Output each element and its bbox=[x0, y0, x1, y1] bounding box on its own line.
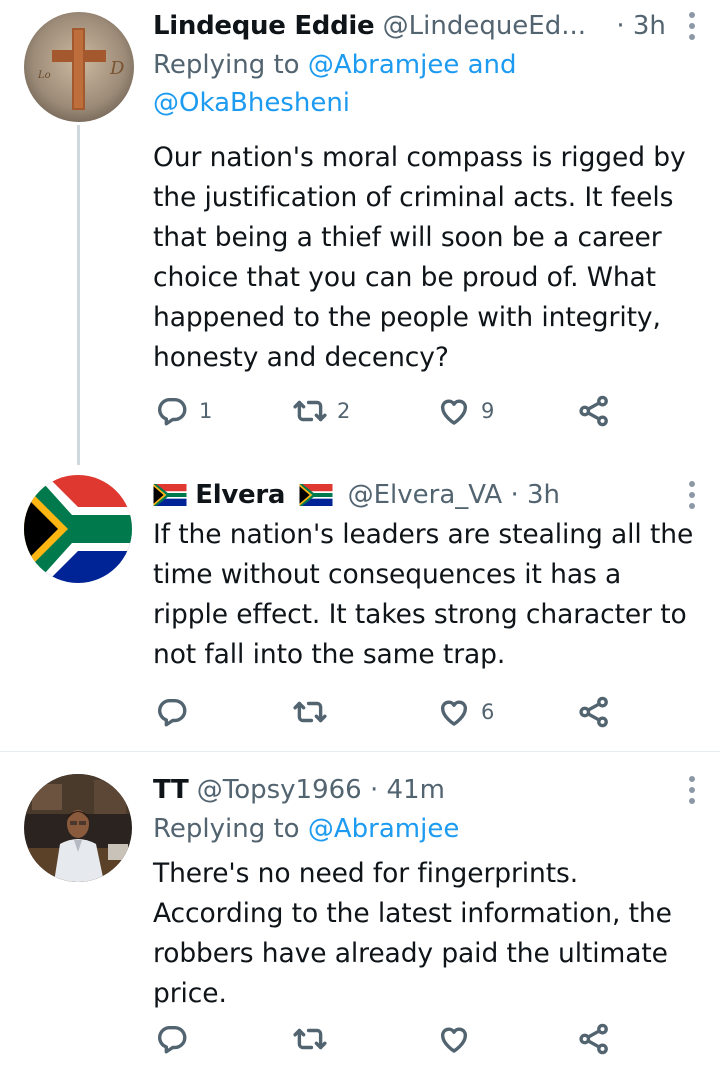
reply-icon bbox=[155, 394, 189, 428]
svg-text:Lo: Lo bbox=[37, 70, 51, 81]
tweet-text: If the nation's leaders are stealing all… bbox=[153, 519, 694, 670]
tweet-elvera[interactable]: Elvera @Elvera_VA · 3h If the nation's l… bbox=[0, 465, 720, 751]
share-icon bbox=[577, 695, 611, 729]
more-icon[interactable] bbox=[684, 774, 700, 806]
retweet-button[interactable]: 2 bbox=[293, 391, 350, 431]
thread-line bbox=[77, 125, 80, 465]
reply-button[interactable] bbox=[155, 692, 189, 732]
tweet-header: TT @Topsy1966 · 41m bbox=[153, 770, 700, 810]
timestamp[interactable]: 3h bbox=[527, 480, 560, 510]
like-button[interactable]: 6 bbox=[437, 692, 494, 732]
svg-text:D: D bbox=[109, 58, 125, 79]
avatar[interactable] bbox=[24, 774, 132, 882]
reply-button[interactable] bbox=[155, 1019, 189, 1059]
tweet-actions bbox=[153, 1019, 633, 1059]
tweet-header: Lindeque Eddie @LindequeEd... · 3h bbox=[153, 6, 700, 46]
separator-dot: · bbox=[616, 11, 625, 41]
mention-link[interactable]: @OkaBhesheni bbox=[153, 88, 350, 118]
replying-to: Replying to @Abramjee bbox=[153, 810, 700, 848]
retweet-button[interactable] bbox=[293, 692, 327, 732]
mention-link[interactable]: @Abramjee bbox=[308, 814, 459, 844]
more-icon[interactable] bbox=[684, 479, 700, 511]
tweet-header: Elvera @Elvera_VA · 3h bbox=[153, 475, 700, 515]
display-name[interactable]: TT bbox=[153, 775, 189, 805]
like-count: 6 bbox=[481, 700, 495, 724]
user-handle[interactable]: @Topsy1966 bbox=[197, 775, 362, 805]
separator-dot: · bbox=[369, 775, 379, 805]
replying-to: Replying to @Abramjee and @OkaBhesheni bbox=[153, 46, 700, 122]
share-button[interactable] bbox=[577, 1019, 611, 1059]
like-count: 9 bbox=[481, 399, 495, 423]
separator-dot: · bbox=[510, 480, 519, 510]
tweet-actions: 6 bbox=[153, 692, 633, 732]
user-handle[interactable]: @Elvera_VA bbox=[348, 480, 503, 510]
display-name[interactable]: Lindeque Eddie bbox=[153, 11, 375, 41]
replying-and[interactable]: and bbox=[468, 50, 517, 80]
south-africa-flag-icon bbox=[299, 484, 333, 506]
user-handle[interactable]: @LindequeEd... bbox=[383, 11, 586, 41]
reply-count: 1 bbox=[199, 399, 213, 423]
replying-prefix: Replying to bbox=[153, 50, 300, 80]
reply-icon bbox=[155, 695, 189, 729]
retweet-count: 2 bbox=[337, 399, 351, 423]
tweet-lindeque[interactable]: Lo D Lindeque Eddie @LindequeEd... · 3h … bbox=[0, 0, 720, 465]
tweet-actions: 1 2 9 bbox=[153, 391, 633, 431]
tweet-text: Our nation's moral compass is rigged by … bbox=[153, 142, 686, 373]
tweet-tt[interactable]: TT @Topsy1966 · 41m Replying to @Abramje… bbox=[0, 752, 720, 1073]
share-icon bbox=[577, 394, 611, 428]
like-icon bbox=[437, 1022, 471, 1056]
avatar[interactable] bbox=[24, 475, 132, 583]
avatar[interactable]: Lo D bbox=[24, 12, 134, 122]
reply-icon bbox=[155, 1022, 189, 1056]
share-icon bbox=[577, 1022, 611, 1056]
timestamp[interactable]: 41m bbox=[387, 775, 445, 805]
share-button[interactable] bbox=[577, 692, 611, 732]
replying-prefix: Replying to bbox=[153, 814, 300, 844]
like-button[interactable] bbox=[437, 1019, 471, 1059]
retweet-icon bbox=[293, 1022, 327, 1056]
reply-button[interactable]: 1 bbox=[155, 391, 212, 431]
south-africa-flag-icon bbox=[153, 484, 187, 506]
retweet-icon bbox=[293, 695, 327, 729]
like-icon bbox=[437, 394, 471, 428]
mention-link[interactable]: @Abramjee bbox=[308, 50, 459, 80]
like-button[interactable]: 9 bbox=[437, 391, 494, 431]
share-button[interactable] bbox=[577, 391, 611, 431]
like-icon bbox=[437, 695, 471, 729]
timestamp[interactable]: 3h bbox=[633, 11, 666, 41]
retweet-icon bbox=[293, 394, 327, 428]
retweet-button[interactable] bbox=[293, 1019, 327, 1059]
display-name[interactable]: Elvera bbox=[195, 480, 285, 510]
more-icon[interactable] bbox=[684, 10, 700, 42]
tweet-text: There's no need for fingerprints. Accord… bbox=[153, 858, 672, 1009]
